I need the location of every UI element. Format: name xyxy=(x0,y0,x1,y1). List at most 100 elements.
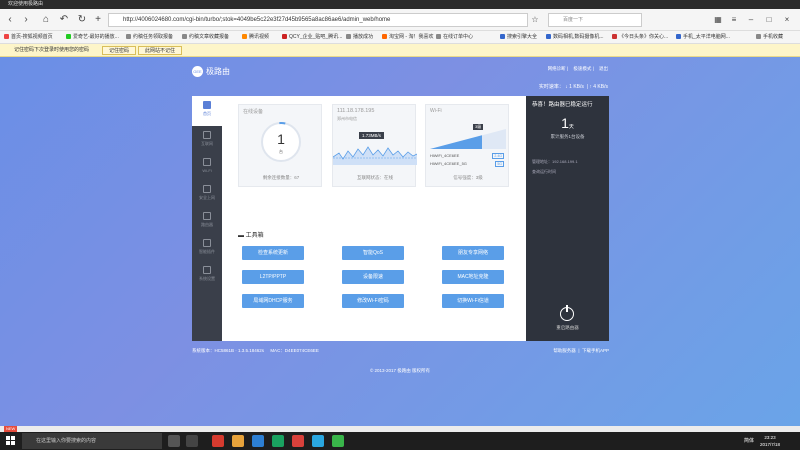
speed-tooltip: 1.73MB/s xyxy=(359,132,385,139)
sidebar-item-internet[interactable]: 互联网 xyxy=(192,126,222,156)
internet-card[interactable]: 111.18.178.195 郑州市电信 1.73MB/s 互联网状态：在线 xyxy=(332,104,417,187)
app-icon[interactable] xyxy=(272,435,284,447)
app-icon[interactable] xyxy=(312,435,324,447)
bookmark-item[interactable]: 爱奇艺-最好的播放... xyxy=(66,31,119,43)
bookmark-item[interactable]: 约稿任务领取报备 xyxy=(126,31,173,43)
served-devices: 累计服务1台设备 xyxy=(550,134,585,139)
new-tab-icon[interactable]: + xyxy=(92,14,104,26)
shield-icon xyxy=(203,185,211,193)
status-column: 恭喜！路由器已稳定运行 1天 累计服务1台设备 管理地址：192.168.199… xyxy=(526,96,609,341)
bookmark-item[interactable]: 在线订单中心 xyxy=(436,31,473,43)
router-icon xyxy=(203,212,211,220)
logout-link[interactable]: 退出 xyxy=(599,66,608,71)
bookmark-item[interactable]: 淘宝网 - 淘！我喜欢 xyxy=(382,31,433,43)
input-language[interactable]: 简体 xyxy=(744,437,754,444)
power-icon[interactable] xyxy=(560,305,574,321)
footer-links: 帮助服务器 | 下载手机APP xyxy=(553,348,609,353)
home-icon xyxy=(203,101,211,109)
star-icon[interactable]: ☆ xyxy=(530,15,540,25)
bookmark-item[interactable]: 腾讯视频 xyxy=(242,31,269,43)
uptime-query-link[interactable]: 查询运行时间 xyxy=(532,169,556,175)
top-links: 网络诊断 | 极速模式 | 退出 xyxy=(547,66,608,71)
speed-mode-link[interactable]: 极速模式 xyxy=(573,66,591,71)
settings-icon xyxy=(203,266,211,274)
sidebar-item-wifi[interactable]: Wi-Fi xyxy=(192,153,222,183)
forward-icon[interactable]: › xyxy=(20,14,32,26)
footer-info: 系统版本：HC5861B · 1.3.5.18462s MAC：D4EE074C… xyxy=(192,348,609,354)
friend-network-button[interactable]: 朋友专享网络 xyxy=(442,246,504,260)
sidebar-item-security[interactable]: 安全上网 xyxy=(192,180,222,210)
band-5g: 5G xyxy=(495,161,504,167)
refresh-icon[interactable]: ↻ xyxy=(76,14,88,26)
ssid-5g: HiWiFi_4CE6EE_5G xyxy=(430,161,467,166)
bookmark-item[interactable]: QCY_企业_贴吧_腾讯... xyxy=(282,31,342,43)
network-diagnose-link[interactable]: 网络诊断 xyxy=(548,66,566,71)
upload-rate: ↑ 4 KB/s xyxy=(589,84,608,90)
microphone-icon[interactable] xyxy=(168,435,180,447)
clock[interactable]: 23:23 2017/7/18 xyxy=(760,434,780,448)
l2tp-pptp-button[interactable]: L2TP/PPTP xyxy=(242,270,304,284)
bookmark-item[interactable]: 《今日头条》你关心... xyxy=(612,31,668,43)
check-update-button[interactable]: 检查系统更新 xyxy=(242,246,304,260)
wifi-card[interactable]: Wi-Fi 3级 HiWiFi_4CE6EE 2.4G HiWiFi_4CE6E… xyxy=(425,104,509,187)
wifi-title: Wi-Fi xyxy=(430,108,442,114)
bookmark-item[interactable]: 搜索引擎大全 xyxy=(500,31,537,43)
device-limit-button[interactable]: 设备限速 xyxy=(342,270,404,284)
maximize-icon[interactable]: □ xyxy=(764,15,774,25)
window-title-bar: 欢迎使用极路由 xyxy=(0,0,800,9)
home-icon[interactable]: ⌂ xyxy=(40,14,52,26)
sidebar-item-home[interactable]: 首页 xyxy=(192,96,222,126)
brand-name: 极路由 xyxy=(206,67,230,76)
switch-wifi-channel-button[interactable]: 切换Wi-Fi信道 xyxy=(442,294,504,308)
never-remember-button[interactable]: 此网站不记住 xyxy=(138,46,183,55)
minimize-icon[interactable]: – xyxy=(746,15,756,25)
bookmarks-bar: 首页-搜狐视频首页 爱奇艺-最好的播放... 约稿任务领取报备 约稿文章收藏报备… xyxy=(0,31,800,44)
file-explorer-icon[interactable] xyxy=(232,435,244,447)
toolbox-heading: ▬ 工具箱 xyxy=(238,233,264,239)
plugin-icon xyxy=(203,239,211,247)
bookmark-item[interactable]: 手机收藏 xyxy=(756,31,783,43)
sidebar-item-router[interactable]: 路由器 xyxy=(192,207,222,237)
internet-status: 互联网状态：在线 xyxy=(357,175,393,180)
download-app-link[interactable]: 下载手机APP xyxy=(582,348,609,353)
help-link[interactable]: 帮助服务器 xyxy=(553,348,576,353)
bookmark-item[interactable]: 手机_太平洋电脑网... xyxy=(676,31,730,43)
isp-name: 郑州市电信 xyxy=(337,116,357,121)
undo-icon[interactable]: ↶ xyxy=(58,14,70,26)
search-input[interactable]: 百度一下 xyxy=(548,13,642,27)
save-password-text: 记住密码下次登录时使用您的密码 xyxy=(14,47,90,53)
lan-dhcp-button[interactable]: 局域网DHCP服务 xyxy=(242,294,304,308)
brand-logo: GEE 极路由 xyxy=(192,66,230,78)
bookmark-item[interactable]: 首页-搜狐视频首页 xyxy=(4,31,53,43)
sidebar-item-plugins[interactable]: 智能插件 xyxy=(192,234,222,264)
system-version: 系统版本：HC5861B · 1.3.5.18462s xyxy=(192,348,265,353)
change-wifi-password-button[interactable]: 修改Wi-Fi密码 xyxy=(342,294,404,308)
taskbar-search-input[interactable]: 在这里输入你要搜索的内容 xyxy=(22,433,162,449)
mac-clone-button[interactable]: MAC地址克隆 xyxy=(442,270,504,284)
app-icon[interactable] xyxy=(332,435,344,447)
grid-icon[interactable]: ▦ xyxy=(713,15,723,25)
browser-icon[interactable] xyxy=(252,435,264,447)
task-view-icon[interactable] xyxy=(186,435,198,447)
device-unit: 台 xyxy=(279,149,283,154)
bookmark-item[interactable]: 约稿文章收藏报备 xyxy=(182,31,229,43)
netease-music-icon[interactable] xyxy=(212,435,224,447)
reboot-label[interactable]: 重启路由器 xyxy=(526,325,609,331)
online-devices-card[interactable]: 在线设备 1 台 剩余连接数量：67 xyxy=(238,104,322,187)
smart-qos-button[interactable]: 智能QoS xyxy=(342,246,404,260)
admin-address: 管理地址：192.168.199.1 xyxy=(532,159,578,164)
remember-password-button[interactable]: 记住密码 xyxy=(102,46,137,55)
bookmark-item[interactable]: 播放成功 xyxy=(346,31,373,43)
uptime-days: 1天 xyxy=(561,115,574,131)
device-count: 1 xyxy=(277,131,285,147)
app-icon[interactable] xyxy=(292,435,304,447)
back-icon[interactable]: ‹ xyxy=(4,14,16,26)
menu-icon[interactable]: ≡ xyxy=(729,15,739,25)
close-icon[interactable]: × xyxy=(782,15,792,25)
dashboard-panel: 首页 互联网 Wi-Fi 安全上网 路由器 智能插件 系统设置 在线设备 1 台… xyxy=(192,96,609,341)
bookmark-item[interactable]: 数码相机,数码摄像机... xyxy=(546,31,604,43)
side-navigation: 首页 互联网 Wi-Fi 安全上网 路由器 智能插件 系统设置 xyxy=(192,96,222,341)
windows-start-icon[interactable] xyxy=(6,436,16,446)
address-bar[interactable]: http://4006024680.com/cgi-bin/turbo/;sto… xyxy=(108,13,528,27)
sidebar-item-settings[interactable]: 系统设置 xyxy=(192,261,222,291)
